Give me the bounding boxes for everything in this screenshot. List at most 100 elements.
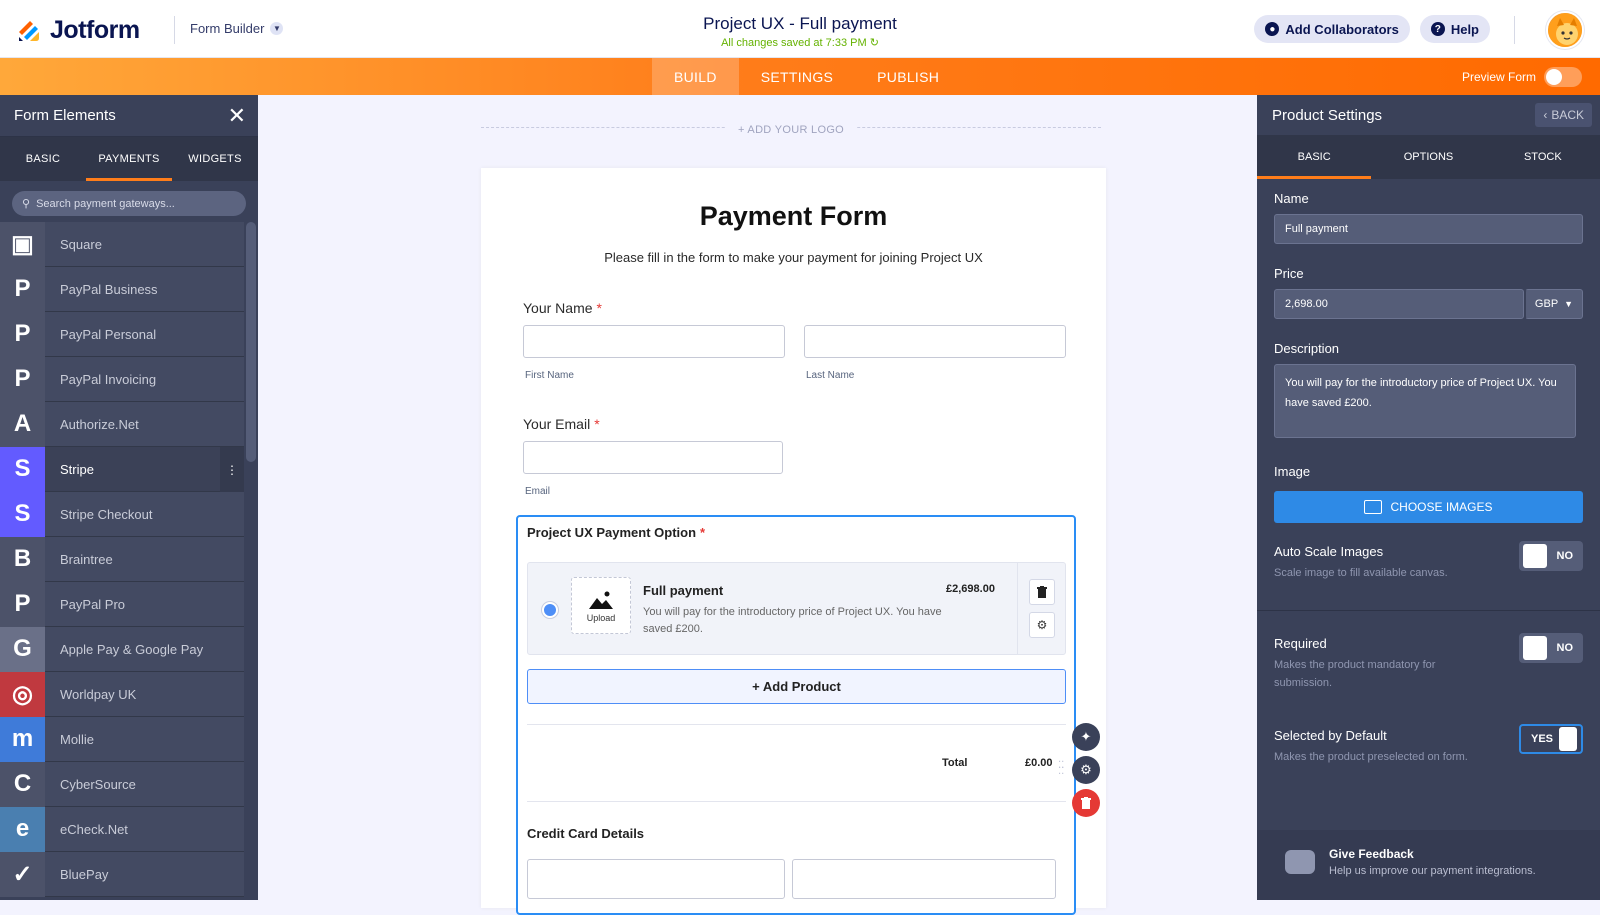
tab-stock[interactable]: STOCK xyxy=(1486,135,1600,179)
total-value: £0.00 xyxy=(1025,757,1053,769)
tab-widgets[interactable]: WIDGETS xyxy=(172,137,258,181)
paypal-pro-icon: P xyxy=(0,581,45,627)
gateway-item[interactable]: S Stripe Checkout xyxy=(0,491,244,537)
gateway-label: Braintree xyxy=(60,551,113,567)
element-tabs: BASIC PAYMENTS WIDGETS xyxy=(0,137,258,181)
settings-tabs: BASIC OPTIONS STOCK xyxy=(1257,135,1600,179)
divider xyxy=(1257,610,1600,611)
product-price: £2,698.00 xyxy=(946,583,995,595)
add-collaborators-button[interactable]: ● Add Collaborators xyxy=(1254,15,1410,43)
form-elements-panel: Form Elements ✕ BASIC PAYMENTS WIDGETS ⚲… xyxy=(0,95,258,900)
drag-handle-icon[interactable]: ⁚⁚ ⁚⁚ xyxy=(1058,761,1064,777)
chevron-left-icon: ‹ xyxy=(1543,108,1548,122)
payment-block[interactable]: Project UX Payment Option * Upload Full p… xyxy=(516,515,1076,915)
close-icon[interactable]: ✕ xyxy=(228,104,246,127)
tab-options[interactable]: OPTIONS xyxy=(1371,135,1485,179)
email-question[interactable]: Your Email * xyxy=(523,416,600,432)
gateway-item[interactable]: P PayPal Pro xyxy=(0,581,244,627)
gateway-label: Apple Pay & Google Pay xyxy=(60,641,204,657)
product-radio[interactable] xyxy=(542,602,558,618)
back-button[interactable]: ‹ BACK xyxy=(1535,103,1592,127)
gateway-item[interactable]: C CyberSource xyxy=(0,761,244,807)
description-textarea[interactable]: You will pay for the introductory price … xyxy=(1274,364,1576,438)
gateway-item[interactable]: B Braintree xyxy=(0,536,244,582)
card-cvv-input[interactable] xyxy=(792,859,1056,899)
price-label: Price xyxy=(1274,266,1304,281)
feedback-subtitle: Help us improve our payment integrations… xyxy=(1329,865,1536,877)
gateway-item[interactable]: ◎ Worldpay UK xyxy=(0,671,244,717)
gateway-item[interactable]: P PayPal Invoicing xyxy=(0,356,244,402)
last-name-input[interactable] xyxy=(804,325,1066,358)
add-logo-area[interactable]: + ADD YOUR LOGO xyxy=(481,124,1101,146)
required-value: NO xyxy=(1556,642,1574,654)
gateway-label: PayPal Personal xyxy=(60,326,157,342)
product-image-upload[interactable]: Upload xyxy=(571,577,631,634)
magic-wand-button[interactable]: ✦ xyxy=(1072,723,1100,751)
help-button[interactable]: ? Help xyxy=(1419,15,1490,43)
tab-publish[interactable]: PUBLISH xyxy=(855,58,961,95)
form-title[interactable]: Project UX - Full payment xyxy=(600,14,1000,34)
gateway-item[interactable]: e eCheck.Net xyxy=(0,806,244,852)
gateway-item[interactable]: m Mollie xyxy=(0,716,244,762)
choose-images-button[interactable]: CHOOSE IMAGES xyxy=(1274,491,1583,523)
product-item[interactable]: Upload Full payment You will pay for the… xyxy=(527,562,1066,655)
form-subheading[interactable]: Please fill in the form to make your pay… xyxy=(481,250,1106,265)
user-icon: ● xyxy=(1265,22,1280,36)
currency-select[interactable]: GBP ▼ xyxy=(1525,289,1583,319)
saved-status-text: All changes saved at 7:33 PM xyxy=(721,37,867,49)
tab-basic[interactable]: BASIC xyxy=(0,137,86,181)
trash-icon xyxy=(1081,797,1091,809)
gateway-label: Stripe Checkout xyxy=(60,506,153,522)
search-input[interactable]: ⚲ Search payment gateways... xyxy=(12,191,246,216)
tab-payments[interactable]: PAYMENTS xyxy=(86,137,172,181)
form-elements-title: Form Elements xyxy=(14,107,116,124)
tab-settings[interactable]: SETTINGS xyxy=(739,58,855,95)
gateway-item[interactable]: ▣ Square xyxy=(0,221,244,267)
back-label: BACK xyxy=(1551,108,1584,122)
apple-google-pay-icon: G xyxy=(0,626,45,672)
form-paper: Payment Form Please fill in the form to … xyxy=(481,168,1106,915)
search-placeholder: Search payment gateways... xyxy=(36,197,175,210)
add-logo-label: + ADD YOUR LOGO xyxy=(725,124,857,136)
form-heading[interactable]: Payment Form xyxy=(481,201,1106,232)
card-number-input[interactable] xyxy=(527,859,785,899)
authorize-net-icon: A xyxy=(0,401,45,447)
delete-product-button[interactable] xyxy=(1029,579,1055,605)
gateway-item[interactable]: S Stripe ⋮ xyxy=(0,446,244,492)
gateway-item[interactable]: G Apple Pay & Google Pay xyxy=(0,626,244,672)
tab-basic[interactable]: BASIC xyxy=(1257,135,1372,179)
product-name-input[interactable]: Full payment xyxy=(1274,214,1583,244)
description-label: Description xyxy=(1274,341,1340,356)
tab-build[interactable]: BUILD xyxy=(652,58,739,95)
chevron-down-icon: ▼ xyxy=(270,22,284,35)
gateway-item[interactable]: P PayPal Personal xyxy=(0,311,244,357)
form-builder-dropdown[interactable]: Form Builder ▼ xyxy=(190,21,284,36)
preview-form-toggle[interactable] xyxy=(1544,67,1582,87)
give-feedback[interactable]: Give Feedback Help us improve our paymen… xyxy=(1257,830,1600,900)
name-label: Your Name xyxy=(523,300,593,316)
builder-nav: BUILD SETTINGS PUBLISH Preview Form xyxy=(0,58,1600,95)
gateway-item[interactable]: A Authorize.Net xyxy=(0,401,244,447)
more-options-icon[interactable]: ⋮ xyxy=(220,447,244,492)
auto-scale-toggle[interactable]: NO xyxy=(1519,541,1583,571)
add-product-button[interactable]: + Add Product xyxy=(527,669,1066,704)
gateway-item[interactable]: P PayPal Business xyxy=(0,266,244,312)
image-icon xyxy=(589,591,613,609)
name-question[interactable]: Your Name * xyxy=(523,300,602,316)
field-settings-button[interactable]: ⚙ xyxy=(1072,756,1100,784)
jotform-logo[interactable]: Jotform xyxy=(16,16,140,45)
first-name-input[interactable] xyxy=(523,325,785,358)
product-settings-button[interactable]: ⚙ xyxy=(1029,612,1055,638)
selected-default-toggle[interactable]: YES xyxy=(1519,724,1583,754)
price-input[interactable]: 2,698.00 xyxy=(1274,289,1524,319)
gateway-item[interactable]: ✓ BluePay xyxy=(0,851,244,897)
required-toggle[interactable]: NO xyxy=(1519,633,1583,663)
toggle-knob xyxy=(1523,636,1547,660)
jotform-logo-icon xyxy=(16,18,42,44)
avatar[interactable] xyxy=(1546,11,1584,49)
delete-field-button[interactable] xyxy=(1072,789,1100,817)
top-bar: Jotform Form Builder ▼ Project UX - Full… xyxy=(0,0,1600,58)
email-input[interactable] xyxy=(523,441,783,474)
scrollbar[interactable] xyxy=(246,222,256,462)
gateway-label: PayPal Pro xyxy=(60,596,126,612)
